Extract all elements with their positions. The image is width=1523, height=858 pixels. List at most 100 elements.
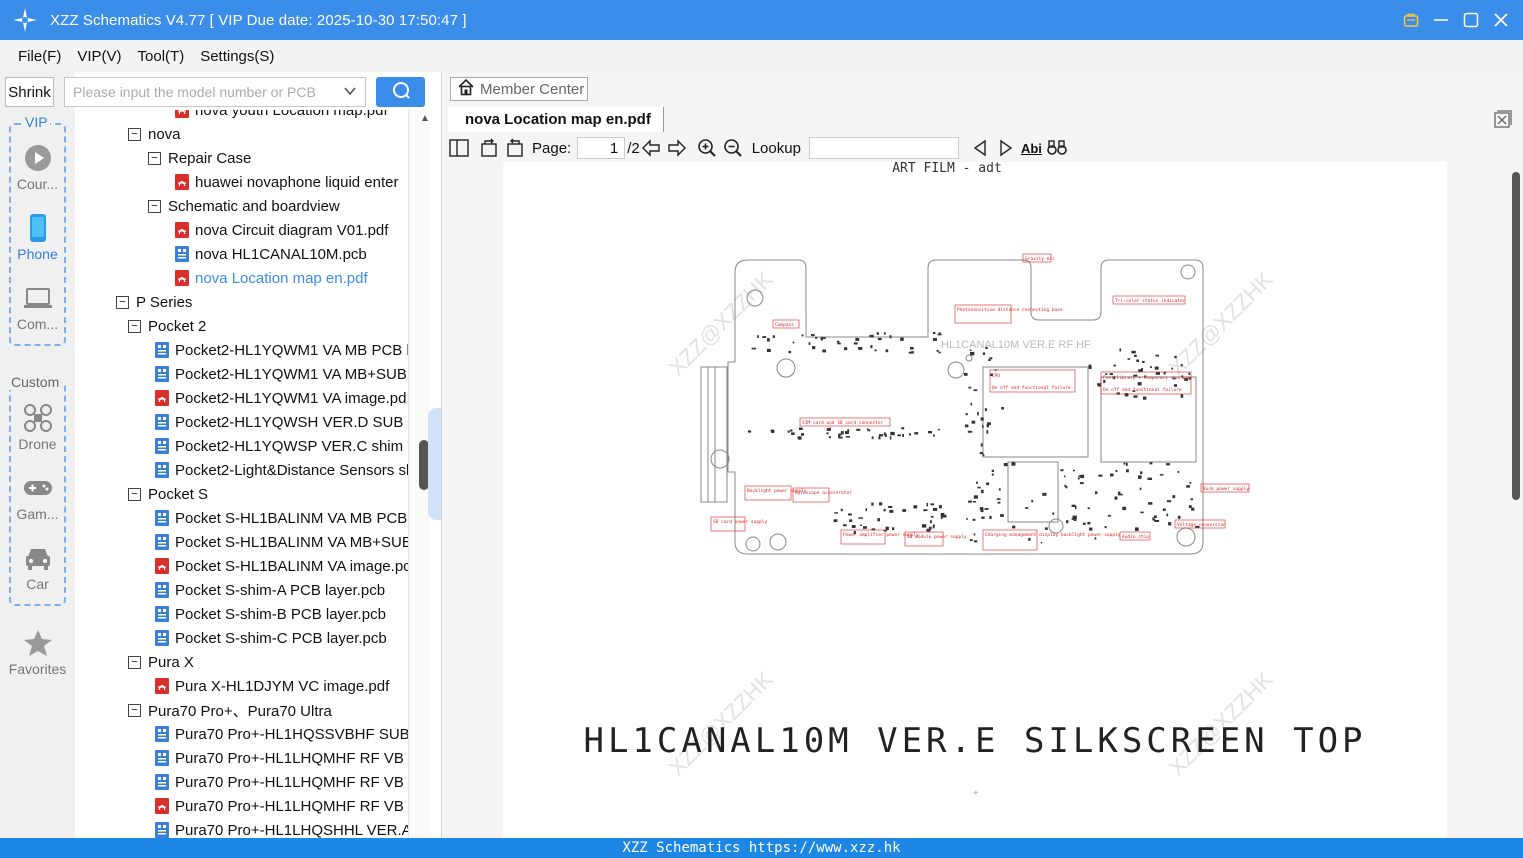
tree-file[interactable]: Pocket S-HL1BALINM VA MB+SUB <box>155 530 408 554</box>
rotate-right-icon[interactable] <box>504 137 526 159</box>
component-mark <box>1125 462 1128 466</box>
tree-file[interactable]: nova HL1CANAL10M.pcb <box>175 242 367 266</box>
lookup-input[interactable] <box>808 137 959 159</box>
menu-vip[interactable]: VIP(V) <box>77 48 121 65</box>
menu-settings[interactable]: Settings(S) <box>200 48 274 65</box>
collapse-toggle-icon[interactable]: − <box>148 199 161 213</box>
tree-file[interactable]: Pocket2-Light&Distance Sensors sl <box>155 458 408 482</box>
menu-file[interactable]: File(F) <box>18 48 61 65</box>
tree-folder[interactable]: − nova <box>128 122 181 146</box>
panel-collapse-handle[interactable] <box>428 408 442 520</box>
tree-file[interactable]: huawei novaphone liquid enter <box>175 170 399 194</box>
component-mark <box>1060 469 1064 472</box>
tab-document[interactable]: nova Location map en.pdf <box>448 107 664 132</box>
tree-file[interactable]: Pocket2-HL1YQWM1 VA image.pd <box>155 386 407 410</box>
model-search-input[interactable]: Please input the model number or PCB <box>64 77 366 107</box>
tree-file[interactable]: Pocket S-HL1BALINM VA image.pc <box>155 554 408 578</box>
tree-file[interactable]: Pura70 Pro+-HL1HQSSVBHF SUB F <box>155 722 408 746</box>
tree-item-label: Pura X <box>148 653 194 671</box>
tree-folder[interactable]: − Pocket S <box>128 482 208 506</box>
rail-item-favorites[interactable]: Favorites <box>0 628 75 677</box>
component-mark <box>883 508 886 512</box>
tree-file[interactable]: Pura70 Pro+-HL1LHQMHF RF VB M <box>155 770 408 794</box>
tree-file[interactable]: Pocket S-shim-B PCB layer.pcb <box>155 602 386 626</box>
collapse-toggle-icon[interactable]: − <box>128 487 141 501</box>
search-button[interactable] <box>376 77 425 107</box>
tree-file[interactable]: Pocket S-shim-C PCB layer.pcb <box>155 626 387 650</box>
pdf-page[interactable]: ART FILM - adt XZZ@XZZHK XZZ@XZZHK XZZ@X… <box>503 162 1447 838</box>
tree-file[interactable]: Pura X-HL1DJYM VC image.pdf <box>155 674 389 698</box>
tree-file[interactable]: Pura70 Pro+-HL1LHQSHHL VER.A : <box>155 818 408 838</box>
collapse-toggle-icon[interactable]: − <box>116 295 129 309</box>
viewer-scrollbar[interactable] <box>1510 162 1523 838</box>
phone-icon <box>23 213 53 243</box>
tree-file[interactable]: nova Location map en.pdf <box>175 266 368 290</box>
collapse-toggle-icon[interactable]: − <box>148 151 161 165</box>
pdf-file-icon <box>155 798 169 814</box>
sidebar-toggle-icon[interactable] <box>448 137 470 159</box>
component-mark <box>1155 354 1159 357</box>
maximize-icon[interactable] <box>1463 12 1479 28</box>
shrink-button[interactable]: Shrink <box>5 77 54 107</box>
tree-folder[interactable]: − Repair Case <box>148 146 251 170</box>
menu-tool[interactable]: Tool(T) <box>138 48 185 65</box>
rail-item-drone[interactable]: Drone <box>0 403 75 452</box>
tree-file[interactable]: Pura70 Pro+-HL1LHQMHF RF VB ir <box>155 794 408 818</box>
tree-file[interactable]: nova Circuit diagram V01.pdf <box>175 218 388 242</box>
rail-item-computer[interactable]: Com... <box>0 283 75 332</box>
scroll-up-icon[interactable]: ▲ <box>420 113 430 124</box>
find-next-icon[interactable] <box>995 137 1017 159</box>
rail-item-car[interactable]: Car <box>0 543 75 592</box>
prev-page-icon[interactable] <box>640 137 662 159</box>
rail-item-game[interactable]: Gam... <box>0 473 75 522</box>
tree-file[interactable]: Pocket2-HL1YQWSP VER.C shim PC <box>155 434 408 458</box>
zoom-out-icon[interactable] <box>722 137 744 159</box>
tree-folder[interactable]: − Pura X <box>128 650 194 674</box>
zoom-in-icon[interactable] <box>696 137 718 159</box>
rotate-left-icon[interactable] <box>478 137 500 159</box>
next-page-icon[interactable] <box>666 137 688 159</box>
page-number-input[interactable]: 1 <box>577 137 626 159</box>
tree-file[interactable]: Pocket S-HL1BALINM VA MB PCB <box>155 506 407 530</box>
find-prev-icon[interactable] <box>969 137 991 159</box>
rail-item-course[interactable]: Cour... <box>0 143 75 192</box>
lookup-label: Lookup <box>751 139 801 157</box>
tree-file[interactable]: nova youth Location map.pdf <box>175 110 388 122</box>
pcb-file-icon <box>155 726 169 742</box>
chevron-down-icon[interactable] <box>343 84 357 101</box>
tree-folder[interactable]: − P Series <box>116 290 192 314</box>
minimize-icon[interactable] <box>1433 12 1449 28</box>
viewer-scroll-thumb[interactable] <box>1512 172 1520 500</box>
component-mark <box>883 332 886 335</box>
tree-file[interactable]: Pocket2-HL1YQWSH VER.D SUB PC <box>155 410 408 434</box>
component-mark <box>1138 369 1143 373</box>
pcb-file-icon <box>155 606 169 622</box>
collapse-toggle-icon[interactable]: − <box>128 655 141 669</box>
collapse-toggle-icon[interactable]: − <box>128 319 141 333</box>
member-center-button[interactable]: Member Center <box>450 77 588 101</box>
tree-folder[interactable]: − Pocket 2 <box>128 314 206 338</box>
tree-file[interactable]: Pocket2-HL1YQWM1 VA MB+SUB <box>155 362 407 386</box>
tree-file[interactable]: Pocket2-HL1YQWM1 VA MB PCB l <box>155 338 408 362</box>
component-mark <box>829 427 831 431</box>
rail-item-phone[interactable]: Phone <box>0 213 75 262</box>
match-case-icon[interactable]: Abi <box>1021 141 1042 156</box>
component-mark <box>1135 527 1139 531</box>
collapse-toggle-icon[interactable]: − <box>128 703 141 717</box>
close-tab-icon[interactable] <box>1494 110 1512 128</box>
tree-file[interactable]: Pura70 Pro+-HL1LHQMHF RF VB M <box>155 746 408 770</box>
annotation: CPU <box>992 373 1000 379</box>
tree-file[interactable]: Pocket S-shim-A PCB layer.pcb <box>155 578 385 602</box>
tree-folder[interactable]: − Pura70 Pro+、Pura70 Ultra <box>128 698 332 722</box>
component-mark <box>851 525 856 528</box>
collapse-toggle-icon[interactable]: − <box>128 127 141 141</box>
component-mark <box>1180 364 1183 367</box>
vip-badge-icon[interactable] <box>1403 12 1419 28</box>
component-mark <box>1174 355 1177 359</box>
close-icon[interactable] <box>1493 12 1509 28</box>
find-all-icon[interactable] <box>1046 137 1068 159</box>
component-mark <box>973 495 978 499</box>
pcb-file-icon <box>175 246 189 262</box>
tree-folder[interactable]: − Schematic and boardview <box>148 194 340 218</box>
rail-item-label: Gam... <box>16 506 59 522</box>
